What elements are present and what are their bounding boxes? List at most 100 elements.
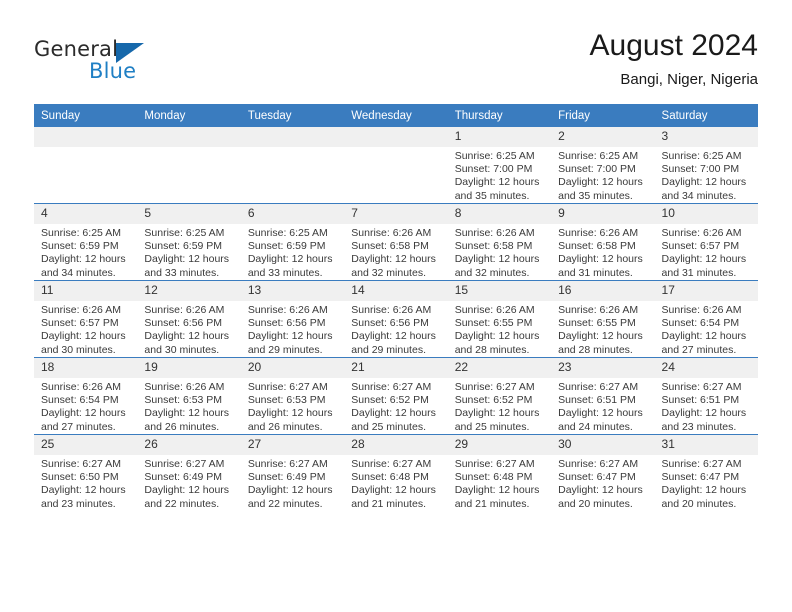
calendar-day-cell[interactable]: 13 Sunrise: 6:26 AM Sunset: 6:56 PM Dayligh… [240, 280, 345, 358]
daylight-text: Daylight: 12 hours and 29 minutes. [247, 330, 333, 356]
daylight-text: Daylight: 12 hours and 21 minutes. [351, 484, 436, 510]
calendar-day-cell[interactable]: 29 Sunrise: 6:27 AM Sunset: 6:48 PM Dayligh… [447, 434, 552, 511]
day-details: Sunrise: 6:26 AM Sunset: 6:55 PM Daylight:… [551, 301, 654, 357]
sunrise-text: Sunrise: 6:26 AM [144, 381, 225, 393]
daylight-text: Daylight: 12 hours and 33 minutes. [144, 253, 230, 279]
sunset-text: Sunset: 6:49 PM [144, 471, 223, 484]
day-number: 3 [654, 127, 758, 147]
calendar-day-cell[interactable]: 12 Sunrise: 6:26 AM Sunset: 6:56 PM Dayligh… [137, 280, 241, 358]
daylight-text: Daylight: 12 hours and 31 minutes. [558, 253, 643, 279]
weekday-header-saturday: Saturday [654, 104, 758, 127]
calendar-day-cell[interactable]: 14 Sunrise: 6:26 AM Sunset: 6:56 PM Dayligh… [344, 280, 448, 358]
sunrise-text: Sunrise: 6:26 AM [247, 304, 328, 316]
sunset-text: Sunset: 6:57 PM [41, 317, 119, 330]
calendar-day-cell[interactable]: 20 Sunrise: 6:27 AM Sunset: 6:53 PM Dayligh… [240, 357, 345, 435]
sunrise-text: Sunrise: 6:27 AM [351, 458, 432, 470]
calendar-week-row: 4 Sunrise: 6:25 AM Sunset: 6:59 PM Daylight… [34, 203, 758, 281]
sunrise-text: Sunrise: 6:27 AM [661, 381, 742, 393]
calendar-day-cell[interactable]: 23 Sunrise: 6:27 AM Sunset: 6:51 PM Dayligh… [551, 357, 655, 435]
day-number: 24 [654, 358, 758, 378]
daylight-text: Daylight: 12 hours and 26 minutes. [144, 407, 230, 433]
calendar-day-cell[interactable]: 2 Sunrise: 6:25 AM Sunset: 7:00 PM Daylight… [551, 127, 655, 204]
calendar-day-cell[interactable]: 15 Sunrise: 6:26 AM Sunset: 6:55 PM Dayligh… [447, 280, 552, 358]
calendar-day-cell[interactable]: 9 Sunrise: 6:26 AM Sunset: 6:58 PM Daylight… [551, 203, 655, 281]
sunset-text: Sunset: 6:49 PM [247, 471, 326, 484]
page-subtitle: Bangi, Niger, Nigeria [620, 71, 758, 88]
calendar-day-cell[interactable]: 18 Sunrise: 6:26 AM Sunset: 6:54 PM Dayligh… [34, 357, 138, 435]
day-number: 13 [240, 281, 345, 301]
day-details: Sunrise: 6:27 AM Sunset: 6:51 PM Daylight:… [551, 378, 654, 434]
calendar-day-cell[interactable]: 4 Sunrise: 6:25 AM Sunset: 6:59 PM Daylight… [34, 203, 138, 281]
daylight-text: Daylight: 12 hours and 35 minutes. [558, 176, 643, 202]
calendar-day-cell[interactable]: 5 Sunrise: 6:25 AM Sunset: 6:59 PM Daylight… [137, 203, 241, 281]
daylight-text: Daylight: 12 hours and 27 minutes. [41, 407, 126, 433]
sunrise-text: Sunrise: 6:26 AM [661, 304, 742, 316]
daylight-text: Daylight: 12 hours and 27 minutes. [661, 330, 747, 356]
day-number: 27 [240, 435, 345, 455]
calendar-day-cell[interactable]: 1 Sunrise: 6:25 AM Sunset: 7:00 PM Daylight… [447, 127, 552, 204]
sunset-text: Sunset: 7:00 PM [454, 163, 533, 176]
day-number: 20 [240, 358, 345, 378]
day-details: Sunrise: 6:26 AM Sunset: 6:54 PM Daylight:… [655, 301, 758, 357]
brand-name-general: General [34, 37, 119, 61]
title-block: August 2024 Bangi, Niger, Nigeria [590, 28, 758, 89]
calendar-day-cell[interactable]: 3 Sunrise: 6:25 AM Sunset: 7:00 PM Daylight… [654, 127, 758, 204]
calendar-day-cell[interactable]: 8 Sunrise: 6:26 AM Sunset: 6:58 PM Daylight… [447, 203, 552, 281]
sunset-text: Sunset: 6:48 PM [454, 471, 533, 484]
sunrise-text: Sunrise: 6:27 AM [558, 381, 639, 393]
day-details: Sunrise: 6:26 AM Sunset: 6:56 PM Daylight:… [344, 301, 447, 357]
sunrise-text: Sunrise: 6:26 AM [41, 304, 121, 316]
calendar-day-cell[interactable]: 26 Sunrise: 6:27 AM Sunset: 6:49 PM Dayligh… [137, 434, 241, 511]
day-details: Sunrise: 6:25 AM Sunset: 6:59 PM Daylight:… [34, 224, 137, 280]
calendar-day-cell-empty [34, 127, 138, 204]
calendar-day-cell[interactable]: 7 Sunrise: 6:26 AM Sunset: 6:58 PM Daylight… [344, 203, 448, 281]
sunrise-text: Sunrise: 6:25 AM [144, 227, 225, 239]
calendar-day-cell[interactable]: 31 Sunrise: 6:27 AM Sunset: 6:47 PM Dayligh… [654, 434, 758, 511]
calendar-day-cell[interactable]: 24 Sunrise: 6:27 AM Sunset: 6:51 PM Dayligh… [654, 357, 758, 435]
day-number: 9 [551, 204, 655, 224]
day-details: Sunrise: 6:26 AM Sunset: 6:58 PM Daylight:… [448, 224, 551, 280]
day-details: Sunrise: 6:26 AM Sunset: 6:53 PM Daylight:… [137, 378, 240, 434]
calendar-day-cell[interactable]: 11 Sunrise: 6:26 AM Sunset: 6:57 PM Dayligh… [34, 280, 138, 358]
sunset-text: Sunset: 6:59 PM [144, 240, 223, 253]
calendar-day-cell[interactable]: 27 Sunrise: 6:27 AM Sunset: 6:49 PM Dayligh… [240, 434, 345, 511]
day-number: 5 [137, 204, 241, 224]
calendar-day-cell[interactable]: 22 Sunrise: 6:27 AM Sunset: 6:52 PM Dayligh… [447, 357, 552, 435]
calendar-day-cell[interactable]: 25 Sunrise: 6:27 AM Sunset: 6:50 PM Dayligh… [34, 434, 138, 511]
sunrise-text: Sunrise: 6:27 AM [454, 381, 535, 393]
sunset-text: Sunset: 6:52 PM [351, 394, 429, 407]
sunset-text: Sunset: 6:55 PM [454, 317, 533, 330]
sunrise-text: Sunrise: 6:26 AM [454, 304, 535, 316]
calendar-day-cell-empty [137, 127, 241, 204]
day-details: Sunrise: 6:26 AM Sunset: 6:56 PM Daylight:… [137, 301, 240, 357]
daylight-text: Daylight: 12 hours and 20 minutes. [661, 484, 747, 510]
sunset-text: Sunset: 6:57 PM [661, 240, 740, 253]
brand-logo[interactable]: General Blue [34, 37, 214, 87]
daylight-text: Daylight: 12 hours and 23 minutes. [661, 407, 747, 433]
calendar-day-cell[interactable]: 6 Sunrise: 6:25 AM Sunset: 6:59 PM Daylight… [240, 203, 345, 281]
calendar-week-row: 18 Sunrise: 6:26 AM Sunset: 6:54 PM Dayligh… [34, 357, 758, 435]
calendar-day-cell[interactable]: 16 Sunrise: 6:26 AM Sunset: 6:55 PM Dayligh… [551, 280, 655, 358]
calendar-day-cell[interactable]: 17 Sunrise: 6:26 AM Sunset: 6:54 PM Dayligh… [654, 280, 758, 358]
calendar-day-cell[interactable]: 19 Sunrise: 6:26 AM Sunset: 6:53 PM Dayligh… [137, 357, 241, 435]
calendar-page: General Blue August 2024 Bangi, Niger, N… [0, 0, 792, 612]
day-details: Sunrise: 6:27 AM Sunset: 6:50 PM Daylight:… [34, 455, 137, 511]
sunset-text: Sunset: 6:52 PM [454, 394, 533, 407]
day-number: 30 [551, 435, 655, 455]
day-number: 7 [344, 204, 448, 224]
sunset-text: Sunset: 6:51 PM [661, 394, 740, 407]
weekday-header-thursday: Thursday [447, 104, 552, 127]
day-details: Sunrise: 6:26 AM Sunset: 6:57 PM Daylight:… [655, 224, 758, 280]
day-details: Sunrise: 6:25 AM Sunset: 7:00 PM Daylight:… [551, 147, 654, 203]
calendar-day-cell[interactable]: 21 Sunrise: 6:27 AM Sunset: 6:52 PM Dayligh… [344, 357, 448, 435]
calendar-week-row: 1 Sunrise: 6:25 AM Sunset: 7:00 PM Daylight… [34, 127, 758, 204]
calendar-day-cell[interactable]: 30 Sunrise: 6:27 AM Sunset: 6:47 PM Dayligh… [551, 434, 655, 511]
day-number: 6 [240, 204, 345, 224]
day-details: Sunrise: 6:27 AM Sunset: 6:48 PM Daylight:… [344, 455, 447, 511]
calendar-day-cell[interactable]: 28 Sunrise: 6:27 AM Sunset: 6:48 PM Dayligh… [344, 434, 448, 511]
calendar-day-cell[interactable]: 10 Sunrise: 6:26 AM Sunset: 6:57 PM Dayligh… [654, 203, 758, 281]
sunset-text: Sunset: 6:53 PM [247, 394, 326, 407]
day-details: Sunrise: 6:27 AM Sunset: 6:49 PM Daylight:… [241, 455, 344, 511]
sunrise-text: Sunrise: 6:27 AM [351, 381, 432, 393]
sunrise-text: Sunrise: 6:26 AM [454, 227, 535, 239]
